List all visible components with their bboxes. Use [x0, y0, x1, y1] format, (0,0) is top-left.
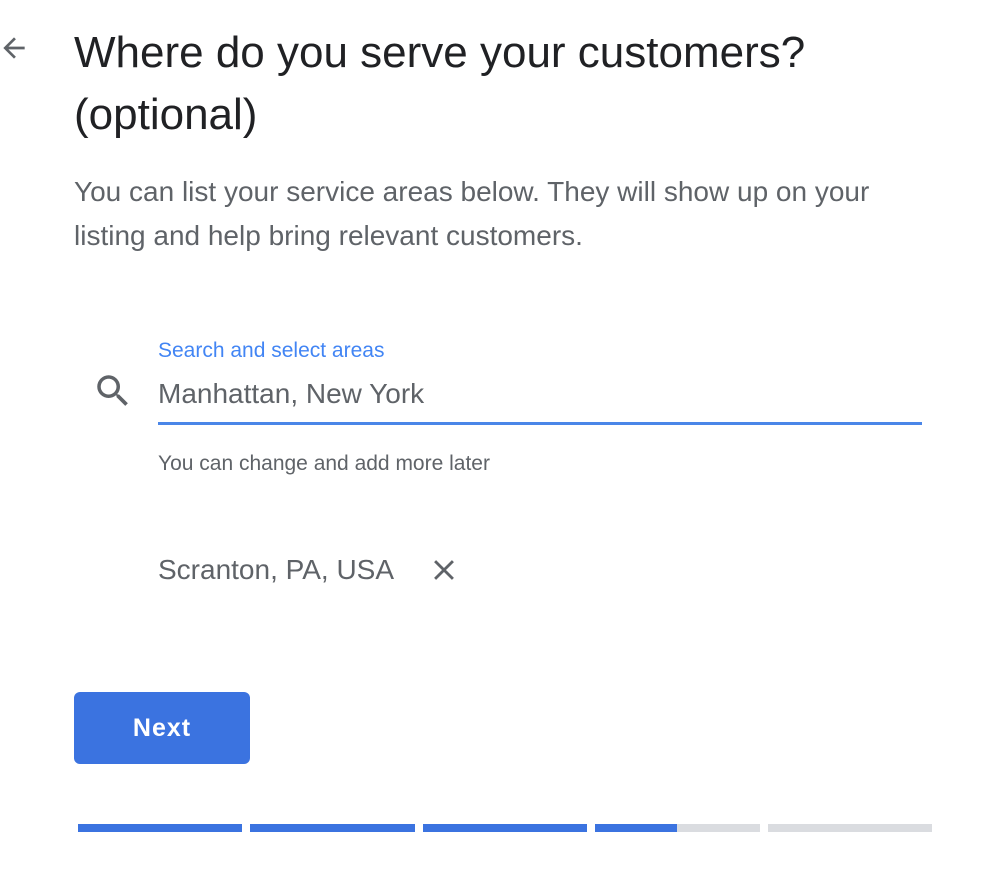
selected-area-item: Scranton, PA, USA — [158, 550, 464, 590]
page-subtitle: You can list your service areas below. T… — [74, 176, 870, 251]
search-field-label: Search and select areas — [158, 339, 385, 362]
search-input[interactable] — [158, 376, 922, 425]
selected-area-label: Scranton, PA, USA — [158, 554, 395, 585]
back-button[interactable] — [0, 30, 32, 66]
service-area-page: Where do you serve your customers? (opti… — [0, 0, 990, 882]
progress-segment — [595, 824, 760, 832]
progress-segment-fill — [250, 824, 415, 832]
search-icon — [97, 375, 128, 406]
next-button[interactable]: Next — [74, 692, 250, 764]
search-field: Search and select areas — [158, 336, 922, 425]
progress-segment — [250, 824, 415, 832]
progress-bar — [78, 824, 933, 832]
progress-segment — [422, 824, 588, 832]
progress-segment — [767, 824, 933, 832]
progress-segment-fill — [78, 824, 243, 832]
progress-segment-fill — [595, 824, 678, 832]
progress-segment — [78, 824, 243, 832]
close-icon — [434, 560, 454, 580]
progress-segment-fill — [422, 824, 588, 832]
page-title: Where do you serve your customers? (opti… — [74, 28, 806, 139]
arrow-left-icon — [3, 37, 25, 59]
remove-area-button[interactable] — [424, 550, 464, 590]
search-helper-text: You can change and add more later — [158, 452, 490, 475]
